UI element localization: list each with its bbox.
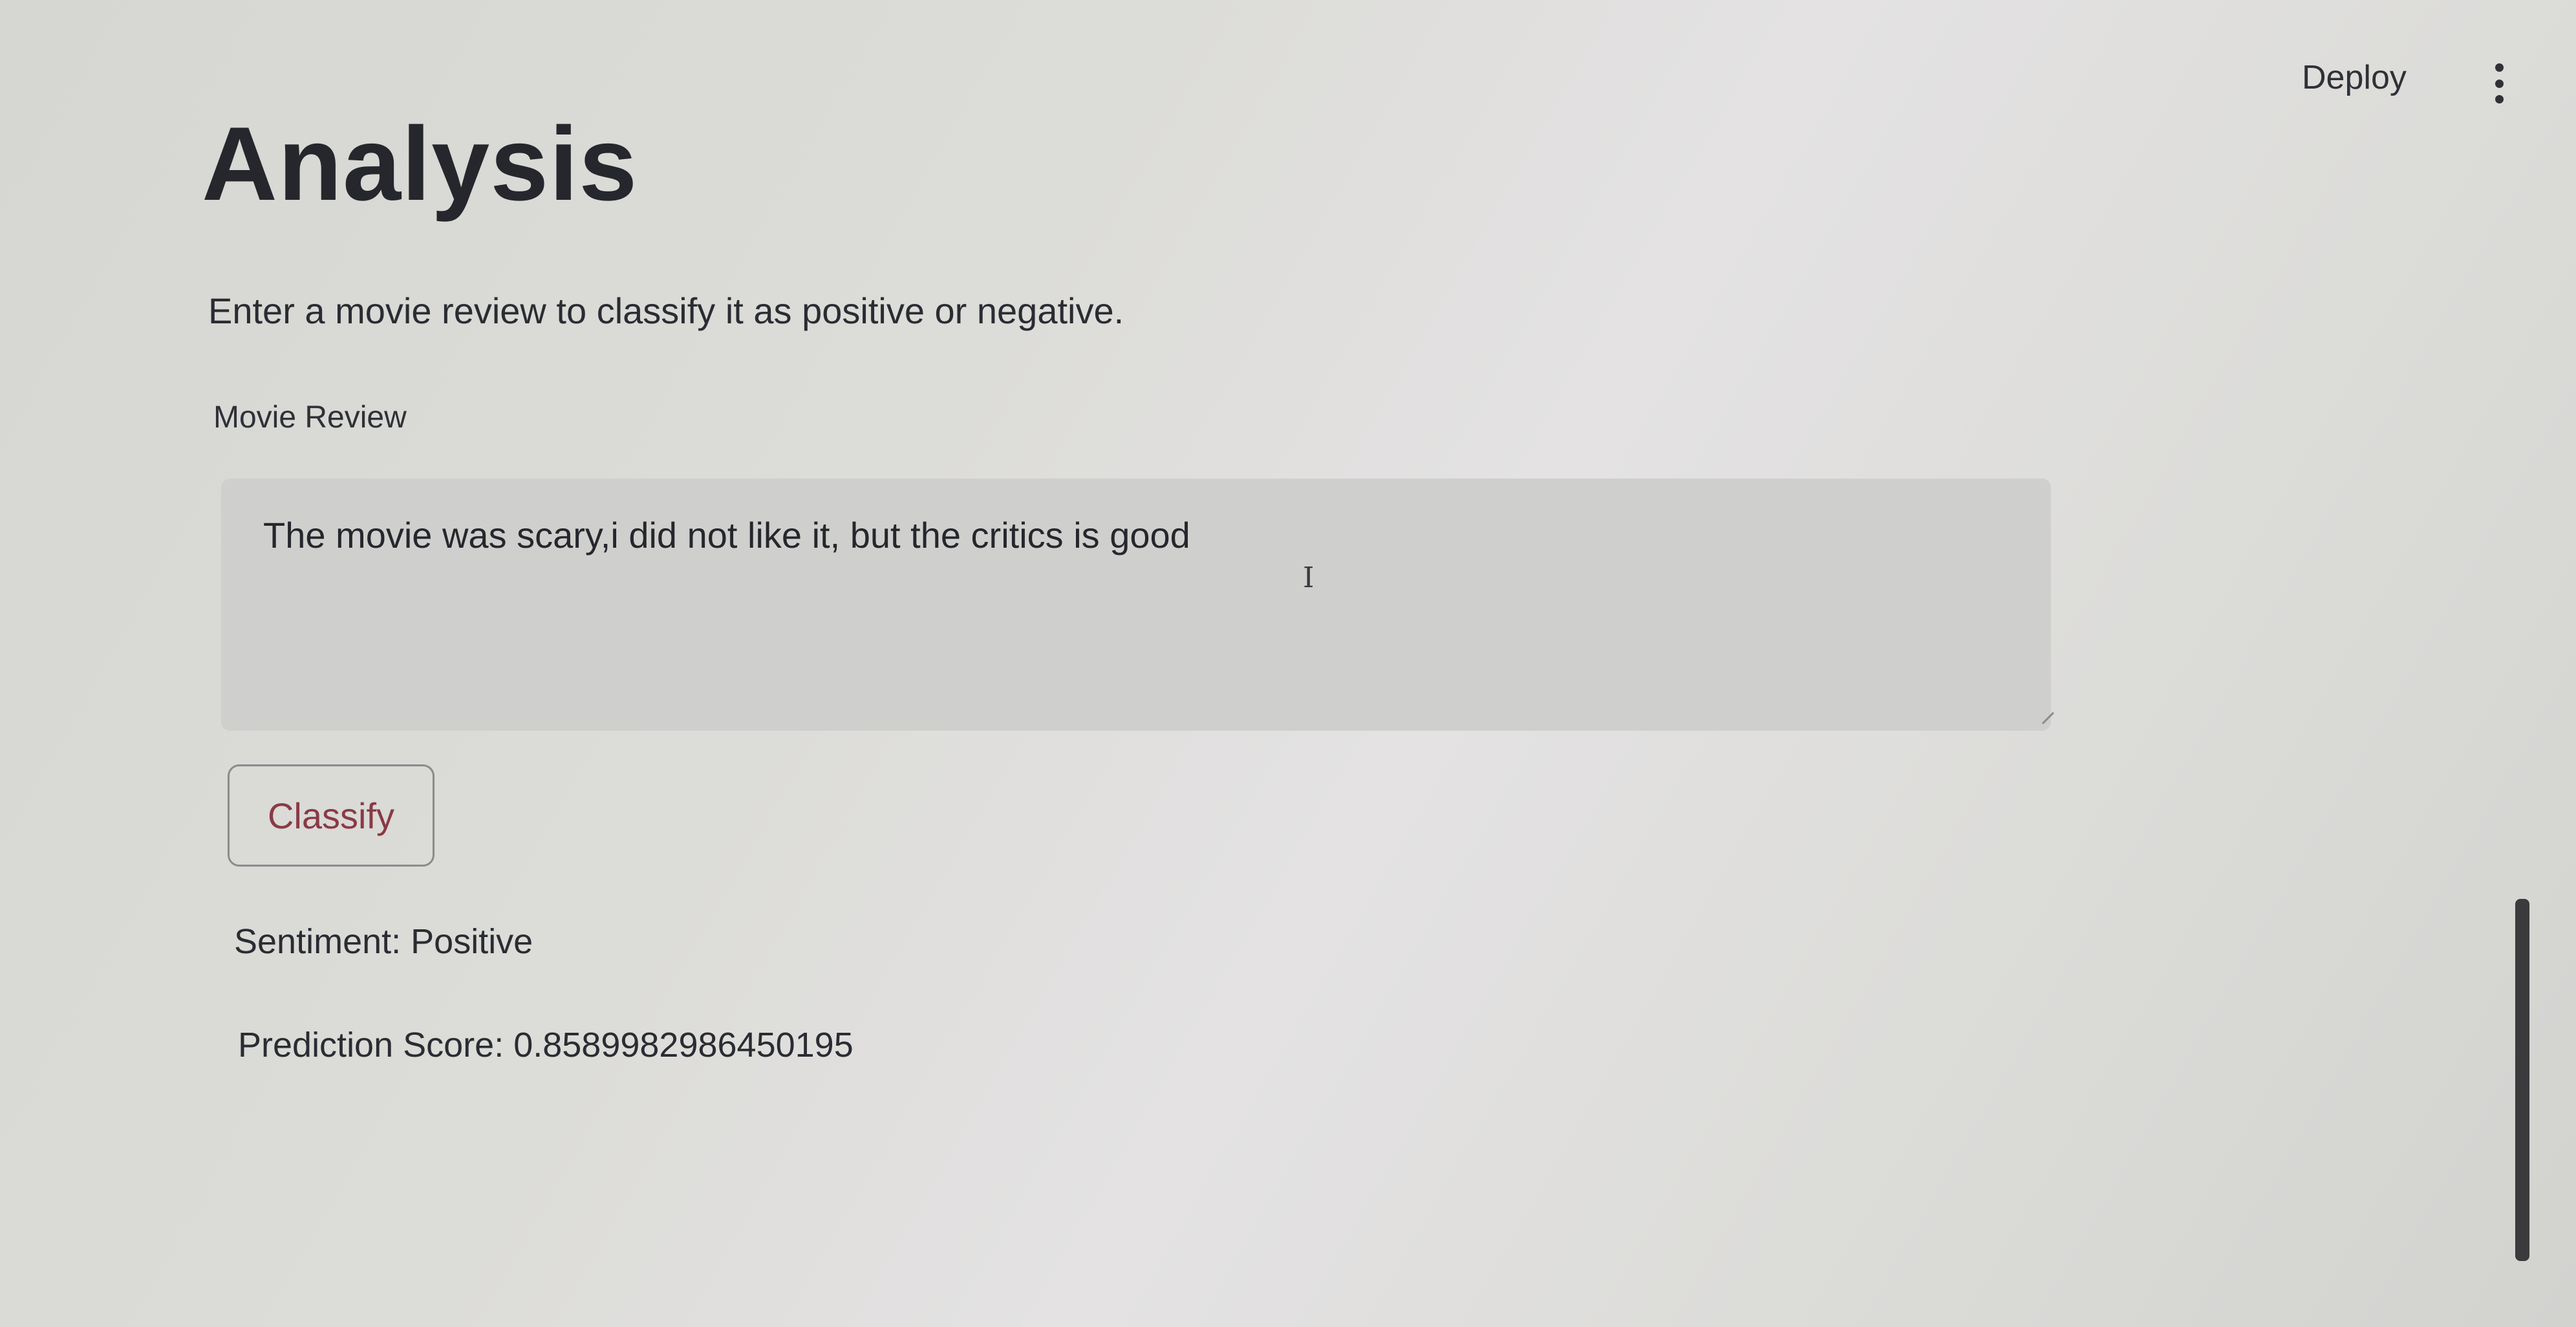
text-cursor-icon: I [1303,561,1315,594]
kebab-menu-icon[interactable] [2493,63,2506,103]
prediction-score: Prediction Score: 0.8589982986450195 [238,1026,853,1064]
classify-button[interactable]: Classify [228,764,435,867]
scrollbar[interactable] [2515,899,2529,1261]
movie-review-textarea[interactable]: The movie was scary,i did not like it, b… [221,479,2054,731]
deploy-button[interactable]: Deploy [2302,58,2407,97]
sentiment-result: Sentiment: Positive [234,922,533,961]
resize-handle-icon[interactable] [2030,700,2054,724]
movie-review-label: Movie Review [213,400,407,435]
page-title: Analysis [202,105,638,222]
movie-review-text: The movie was scary,i did not like it, b… [263,515,1190,556]
page-description: Enter a movie review to classify it as p… [208,290,1124,331]
